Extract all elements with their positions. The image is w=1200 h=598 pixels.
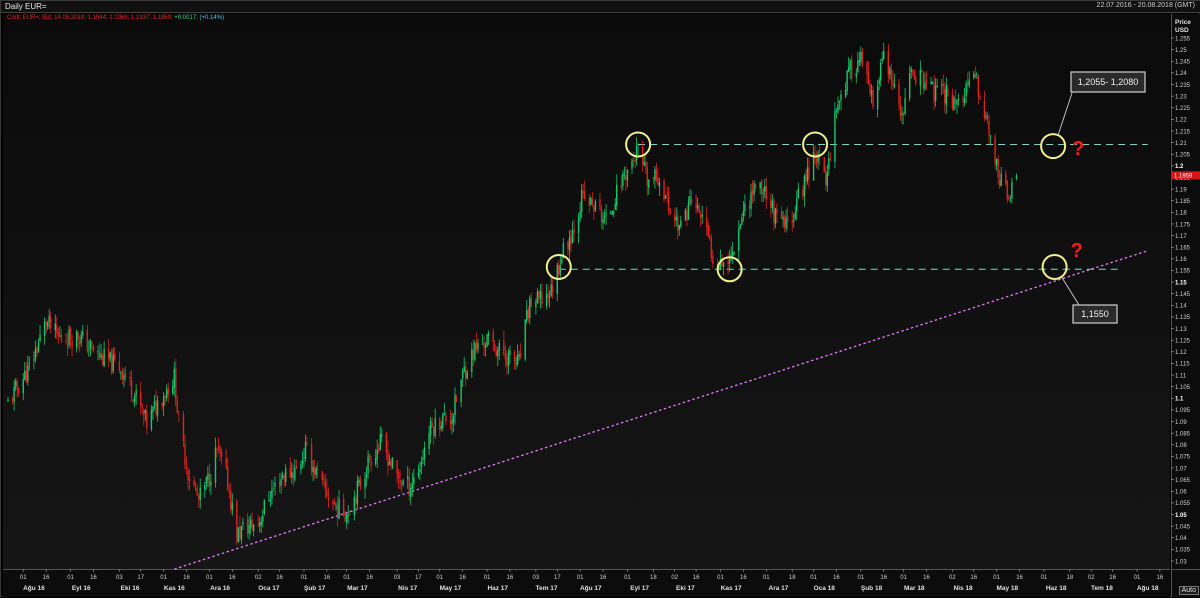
price-axis[interactable]	[1171, 14, 1200, 569]
title-bar: Daily EUR= 22.07.2016 - 20.08.2018 (GMT)	[1, 1, 1200, 13]
chart-window: Daily EUR= 22.07.2016 - 20.08.2018 (GMT)…	[0, 0, 1200, 597]
axis-corner: Auto	[1171, 569, 1200, 597]
quote-percent: (+0.14%)	[199, 15, 225, 21]
auto-scale-button[interactable]: Auto	[1178, 586, 1199, 595]
quote-prefix: Cndl; EUR=; Bid; 14.05.2018; 1.1944; 1.1…	[7, 15, 173, 21]
chart-title: Daily EUR=	[5, 2, 47, 11]
date-range: 22.07.2016 - 20.08.2018 (GMT)	[1096, 2, 1195, 9]
time-axis[interactable]	[3, 569, 1170, 597]
plot-area[interactable]	[3, 14, 1170, 569]
quote-change: +0.0017;	[174, 15, 198, 21]
quote-line: Cndl; EUR=; Bid; 14.05.2018; 1.1944; 1.1…	[7, 15, 224, 21]
